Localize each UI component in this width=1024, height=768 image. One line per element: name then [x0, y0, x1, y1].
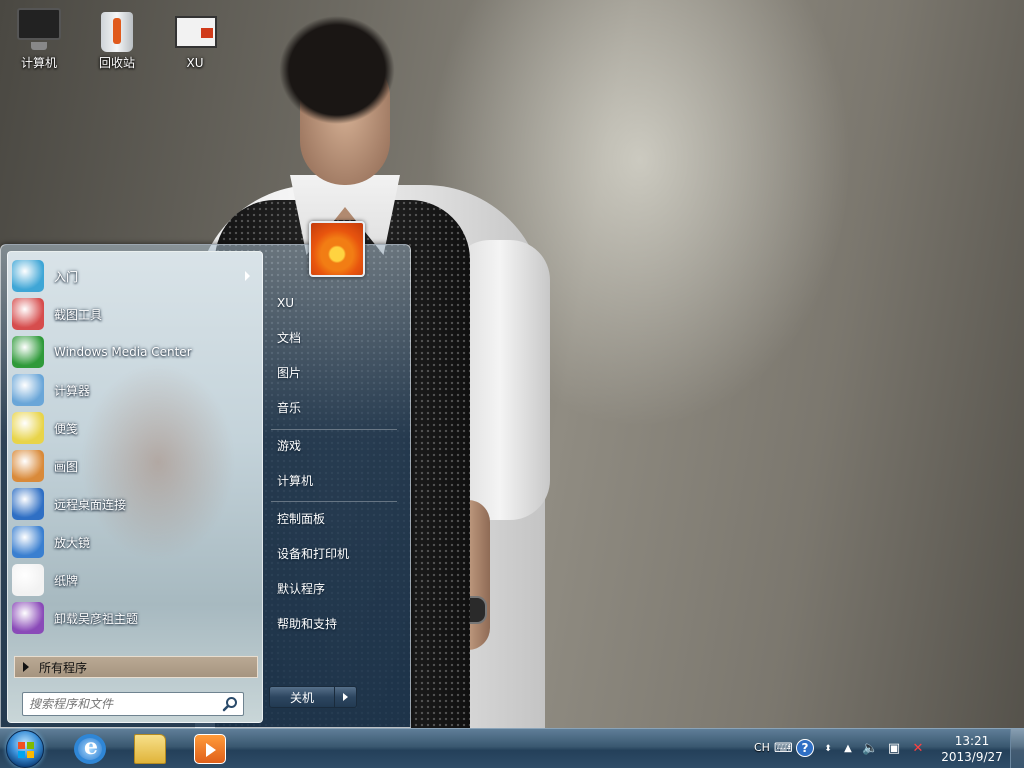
show-hidden-icons-icon[interactable]: ▲: [840, 741, 856, 757]
solitaire-icon: [12, 564, 44, 596]
program-label: 入门: [54, 269, 79, 284]
program-item[interactable]: 纸牌: [12, 562, 258, 598]
help-icon[interactable]: ?: [796, 739, 814, 757]
start-menu: 入门截图工具 Windows Media Center 计算器便笺画图远程桌面连接放…: [0, 221, 411, 728]
program-label: 画图: [54, 459, 79, 474]
uninstall-theme-icon: [12, 602, 44, 634]
program-label: 纸牌: [54, 573, 79, 588]
places-item[interactable]: 设备和打印机: [271, 541, 401, 567]
expand-arrow-icon: [23, 662, 29, 672]
program-item[interactable]: 计算器: [12, 372, 258, 408]
program-label: 放大镜: [54, 535, 91, 550]
all-programs-button[interactable]: 所有程序: [14, 656, 258, 678]
clock-date[interactable]: 2013/9/27: [938, 750, 1006, 764]
separator: [271, 429, 397, 430]
taskbar-internet-explorer[interactable]: [62, 732, 118, 766]
shutdown-options-arrow[interactable]: [335, 686, 357, 708]
program-label: 卸载吴彦祖主题: [54, 611, 139, 626]
all-programs-label: 所有程序: [39, 660, 88, 675]
places-item[interactable]: 游戏: [271, 433, 401, 459]
start-menu-programs-pane: 入门截图工具 Windows Media Center 计算器便笺画图远程桌面连接放…: [7, 251, 263, 723]
user-account-picture[interactable]: [309, 221, 365, 277]
shutdown-button[interactable]: 关机: [269, 686, 335, 708]
recycle-bin-icon: [93, 6, 141, 52]
keyboard-icon[interactable]: ⌨: [774, 741, 793, 757]
calculator-icon: [12, 374, 44, 406]
program-item[interactable]: 截图工具: [12, 296, 258, 332]
places-item[interactable]: 文档: [271, 325, 401, 351]
show-desktop-button[interactable]: [1010, 729, 1024, 768]
program-label: Windows Media Center: [54, 345, 192, 359]
remote-desktop-icon: [12, 488, 44, 520]
separator: [271, 501, 397, 502]
program-item[interactable]: 远程桌面连接: [12, 486, 258, 522]
user-folder-icon: [171, 6, 219, 52]
network-icon[interactable]: ▣: [886, 741, 902, 757]
media-center-icon: [12, 336, 44, 368]
desktop-icon-computer[interactable]: 计算机: [7, 6, 71, 70]
magnifier-icon: [12, 526, 44, 558]
program-label: 计算器: [54, 383, 91, 398]
start-button[interactable]: [6, 730, 44, 768]
computer-icon: [15, 6, 63, 52]
desktop-icon-recycle-bin[interactable]: 回收站: [85, 6, 149, 70]
getting-started-icon: [12, 260, 44, 292]
media-player-icon: [194, 734, 226, 764]
volume-icon[interactable]: 🔈: [862, 741, 878, 757]
program-item[interactable]: Windows Media Center: [12, 334, 258, 370]
wallpaper-hair: [262, 0, 412, 150]
places-item[interactable]: XU: [271, 290, 401, 316]
snipping-tool-icon: [12, 298, 44, 330]
submenu-arrow-icon: [245, 271, 250, 281]
program-item[interactable]: 入门: [12, 258, 258, 294]
program-label: 远程桌面连接: [54, 497, 127, 512]
action-center-icon[interactable]: ✕: [910, 741, 926, 757]
program-item[interactable]: 便笺: [12, 410, 258, 446]
desktop-icon-label: XU: [186, 56, 204, 70]
program-item[interactable]: 卸载吴彦祖主题: [12, 600, 258, 636]
desktop-icon-label: 回收站: [98, 56, 135, 70]
program-item[interactable]: 画图: [12, 448, 258, 484]
paint-icon: [12, 450, 44, 482]
places-item[interactable]: 控制面板: [271, 506, 401, 532]
program-item[interactable]: 放大镜: [12, 524, 258, 560]
clock-time[interactable]: 13:21: [948, 734, 996, 748]
places-item[interactable]: 音乐: [271, 395, 401, 421]
search-input[interactable]: [22, 692, 244, 716]
places-item[interactable]: 计算机: [271, 468, 401, 494]
folder-icon: [134, 734, 166, 764]
program-label: 截图工具: [54, 307, 103, 322]
internet-explorer-icon: [74, 734, 106, 764]
language-indicator[interactable]: CH: [754, 741, 770, 754]
places-item[interactable]: 帮助和支持: [271, 611, 401, 637]
sticky-notes-icon: [12, 412, 44, 444]
program-label: 便笺: [54, 421, 79, 436]
taskbar-media-player[interactable]: [182, 732, 238, 766]
language-bar-options-icon[interactable]: ⬍: [820, 741, 836, 757]
windows-logo-icon: [18, 742, 34, 758]
desktop-icon-user-folder[interactable]: XU: [163, 6, 227, 70]
places-item[interactable]: 默认程序: [271, 576, 401, 602]
taskbar: CH ⌨ ? ⬍ ▲ 🔈 ▣ ✕ 13:21 2013/9/27: [0, 728, 1024, 768]
taskbar-windows-explorer[interactable]: [122, 732, 178, 766]
search-icon[interactable]: [222, 696, 238, 712]
desktop-icon-label: 计算机: [20, 56, 57, 70]
places-item[interactable]: 图片: [271, 360, 401, 386]
